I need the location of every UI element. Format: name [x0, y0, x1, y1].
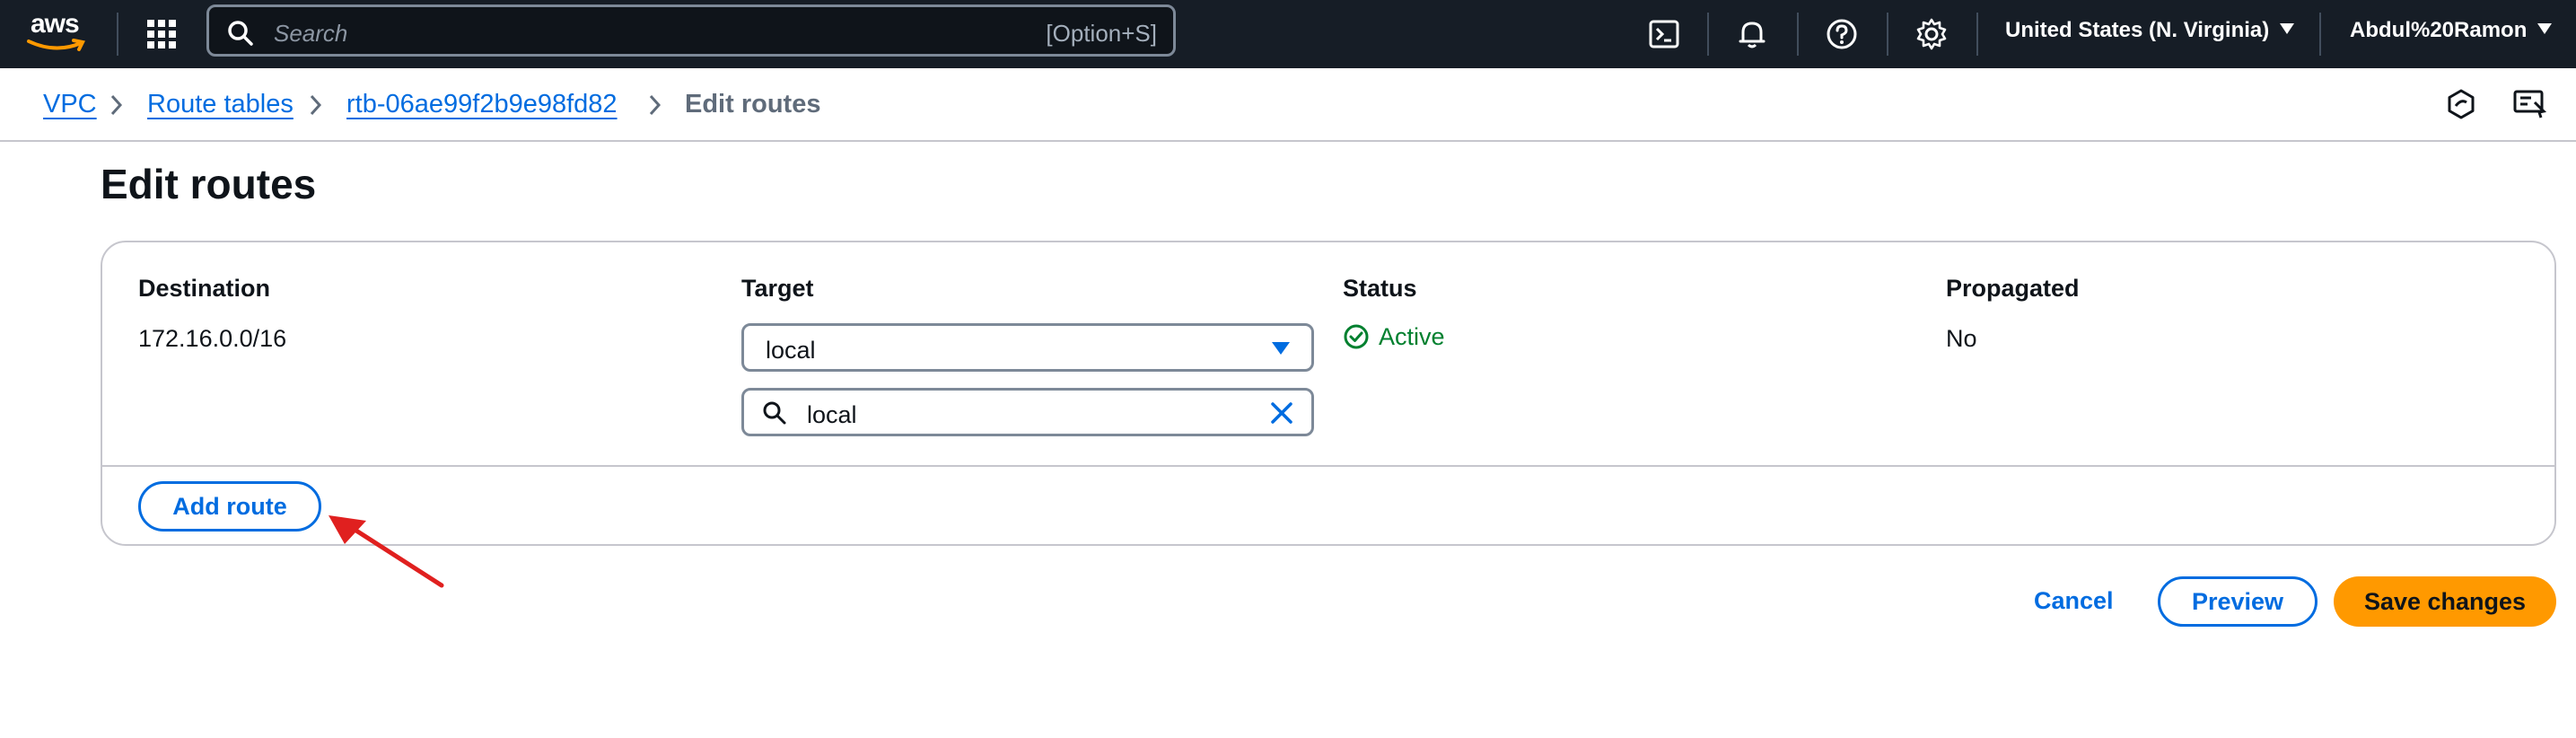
aws-logo-text: aws	[31, 9, 80, 39]
routes-panel: Destination Target Status Propagated 172…	[101, 241, 2556, 546]
region-label: United States (N. Virginia)	[2005, 18, 2270, 42]
page-title: Edit routes	[101, 161, 317, 207]
chevron-down-icon	[2537, 23, 2553, 34]
target-filter-value: local	[807, 401, 857, 428]
region-selector[interactable]: United States (N. Virginia)	[2005, 18, 2295, 43]
chevron-right-icon	[649, 94, 662, 116]
search-icon	[228, 21, 253, 46]
search-placeholder: Search	[274, 20, 348, 47]
screen-tutorial-icon[interactable]	[2511, 86, 2547, 122]
add-route-button[interactable]: Add route	[138, 481, 321, 532]
caret-down-icon	[1272, 342, 1290, 355]
panel-divider	[102, 465, 2554, 467]
check-circle-icon	[1344, 324, 1369, 349]
bell-icon[interactable]	[1734, 16, 1770, 52]
nav-divider	[117, 13, 118, 56]
breadcrumb-current: Edit routes	[685, 90, 821, 119]
hexagon-info-icon[interactable]	[2443, 86, 2479, 122]
nav-divider	[1887, 13, 1888, 56]
search-shortcut: [Option+S]	[1046, 20, 1157, 47]
account-name: Abdul%20Ramon	[2350, 18, 2528, 42]
breadcrumb: VPC Route tables rtb-06ae99f2b9e98fd82 E…	[0, 68, 2576, 142]
clear-icon[interactable]	[1268, 400, 1295, 426]
nav-divider	[1976, 13, 1978, 56]
route-propagated: No	[1946, 325, 1977, 352]
column-header-propagated: Propagated	[1946, 275, 2080, 302]
column-header-destination: Destination	[138, 275, 271, 302]
services-menu-icon[interactable]	[144, 16, 180, 52]
nav-divider	[1707, 13, 1709, 56]
breadcrumb-route-table-id[interactable]: rtb-06ae99f2b9e98fd82	[346, 90, 618, 119]
breadcrumb-route-tables[interactable]: Route tables	[147, 90, 294, 119]
target-select[interactable]: local	[741, 323, 1314, 372]
cancel-button[interactable]: Cancel	[2034, 587, 2114, 615]
help-icon[interactable]	[1824, 16, 1860, 52]
annotation-arrow-icon	[329, 515, 444, 588]
route-status-text: Active	[1379, 323, 1445, 350]
column-header-target: Target	[741, 275, 814, 302]
search-icon	[763, 401, 786, 425]
target-select-value: local	[766, 337, 816, 364]
route-destination: 172.16.0.0/16	[138, 325, 287, 352]
nav-divider	[1797, 13, 1799, 56]
chevron-right-icon	[310, 94, 322, 116]
preview-button[interactable]: Preview	[2158, 576, 2318, 627]
account-menu[interactable]: Abdul%20Ramon	[2350, 18, 2553, 43]
breadcrumb-vpc[interactable]: VPC	[43, 90, 97, 119]
chevron-right-icon	[110, 94, 123, 116]
search-input[interactable]: Search [Option+S]	[206, 4, 1176, 57]
aws-logo[interactable]: aws	[25, 9, 90, 54]
target-filter-input[interactable]: local	[741, 388, 1314, 436]
save-changes-button[interactable]: Save changes	[2334, 576, 2556, 627]
cloudshell-icon[interactable]	[1646, 16, 1682, 52]
gear-icon[interactable]	[1914, 16, 1950, 52]
nav-divider	[2319, 13, 2321, 56]
chevron-down-icon	[2280, 23, 2295, 34]
column-header-status: Status	[1343, 275, 1417, 302]
top-navigation: aws Search [Option+S] United States (N. …	[0, 0, 2576, 68]
